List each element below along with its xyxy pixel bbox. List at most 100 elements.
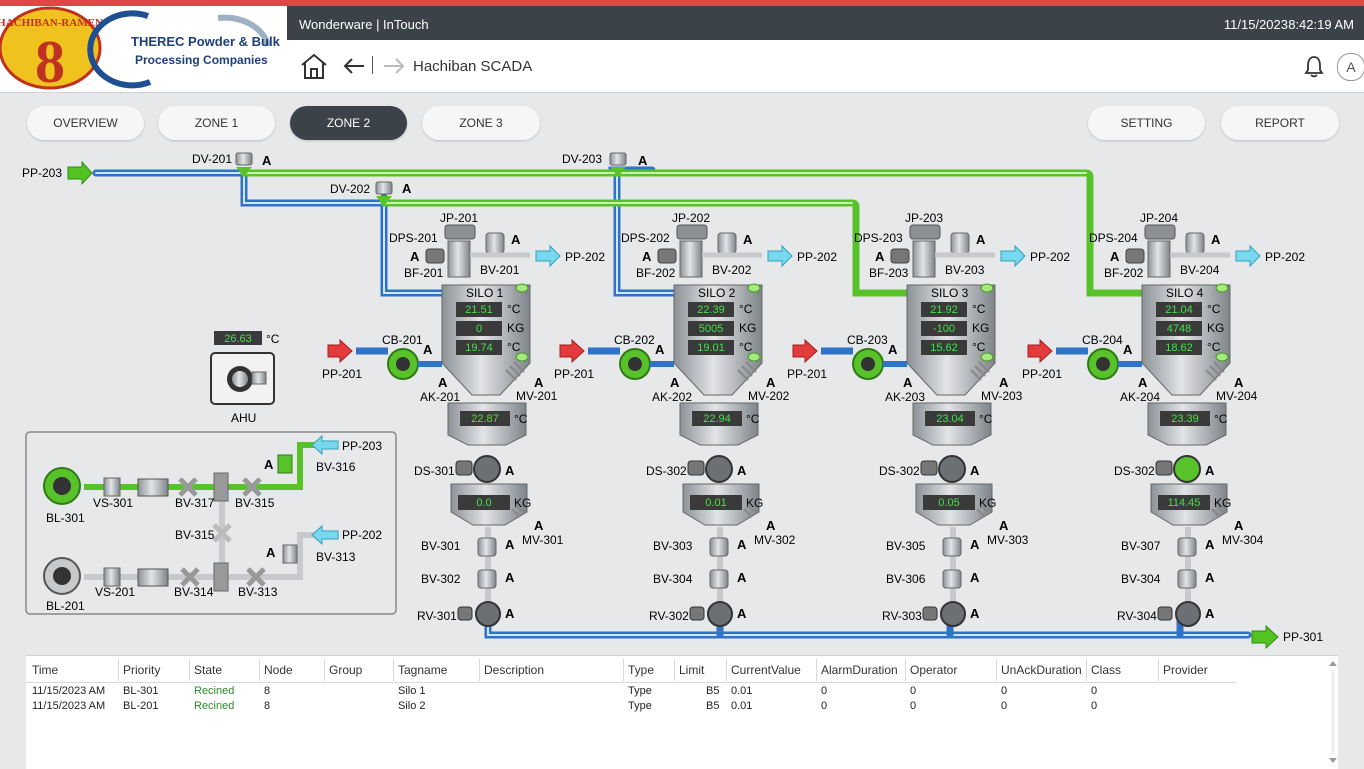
hopper-weight-unit-2: KG [746, 496, 763, 510]
bv-valve-top-3[interactable] [950, 232, 970, 254]
table-row[interactable]: 11/15/2023 AM BL-201 Recined 8 Silo 2 Type B5 0… [26, 700, 1236, 714]
mv-label-1: MV-201 [516, 389, 558, 403]
ds-rotary-valve-icon-2[interactable] [705, 455, 733, 483]
bva-valve-icon-1[interactable] [477, 537, 497, 557]
bva-valve-icon-2[interactable] [709, 537, 729, 557]
ramen-logo-brand: HACHIBAN-RAMEN [0, 17, 103, 29]
jet-pulse-unit-2[interactable] [676, 224, 708, 240]
home-icon[interactable] [299, 52, 329, 80]
pp202-panel-arrow[interactable] [311, 524, 339, 546]
bell-icon[interactable] [1303, 54, 1325, 78]
ds-rotary-valve-icon-3[interactable] [938, 455, 966, 483]
vs201-silencer [103, 567, 121, 587]
bf-label-3: BF-203 [869, 266, 909, 280]
table-cell: 11/15/2023 AM [32, 685, 106, 697]
bv313b-label: BV-313 [238, 585, 278, 599]
rv-auto-3: A [970, 606, 980, 621]
column-header[interactable]: UnAckDuration [1001, 663, 1082, 677]
bv313a-valve-icon[interactable] [282, 544, 298, 564]
setting-button[interactable]: SETTING [1088, 106, 1205, 140]
column-header[interactable]: CurrentValue [731, 663, 801, 677]
level-indicator-low-1 [515, 352, 529, 362]
pp202-outlet-arrow-4[interactable] [1235, 244, 1261, 268]
rv-rotary-valve-icon-4[interactable] [1175, 601, 1201, 627]
bvb-valve-icon-1[interactable] [477, 569, 497, 589]
back-arrow-icon[interactable] [342, 56, 366, 76]
ds-rotary-valve-icon-4[interactable] [1173, 455, 1201, 483]
column-header[interactable]: State [194, 663, 222, 677]
column-header[interactable]: Operator [910, 663, 957, 677]
dv203-label: DV-203 [562, 152, 602, 166]
bv-valve-top-4[interactable] [1185, 232, 1205, 254]
alarm-scrollbar[interactable] [1328, 658, 1338, 766]
column-header[interactable]: Node [264, 663, 293, 677]
report-button[interactable]: REPORT [1221, 106, 1339, 140]
table-cell: BL-201 [123, 700, 159, 712]
pp201-inlet-arrow-1[interactable] [327, 338, 353, 364]
silo-group-4: JP-204DPS-204 A BF-202 A BV-204 PP-202 SILO 4 2… [1022, 211, 1305, 627]
bv-valve-top-1[interactable] [485, 232, 505, 254]
table-row[interactable]: 11/15/2023 AM BL-301 Recined 8 Silo 1 Type B5 0… [26, 685, 1236, 699]
column-header[interactable]: Description [484, 663, 544, 677]
jet-pulse-unit-1[interactable] [444, 224, 476, 240]
hopper-weight-4-value: 114.45 [1168, 497, 1201, 509]
bva-valve-icon-3[interactable] [942, 537, 962, 557]
pp202-outlet-arrow-1[interactable] [535, 244, 561, 268]
tab-zone-3[interactable]: ZONE 3 [422, 106, 540, 140]
pp202-outlet-arrow-3[interactable] [1000, 244, 1026, 268]
tab-zone-2[interactable]: ZONE 2 [290, 106, 407, 140]
pp201-inlet-arrow-4[interactable] [1027, 338, 1053, 364]
column-header[interactable]: Tagname [398, 663, 447, 677]
column-header[interactable]: Type [628, 663, 654, 677]
tab-overview[interactable]: OVERVIEW [27, 106, 144, 140]
column-header[interactable]: Priority [123, 663, 160, 677]
therec-logo-line1: THEREC Powder & Bulk [131, 34, 281, 49]
bva-label-2: BV-303 [653, 539, 693, 553]
column-header[interactable]: Time [32, 663, 58, 677]
bv-top-auto-4: A [1211, 232, 1221, 247]
silo-name-2: SILO 2 [698, 286, 736, 300]
bvb-auto-3: A [970, 570, 980, 585]
ahu-temp-unit: °C [266, 332, 280, 346]
pp301-outlet-arrow[interactable] [1251, 624, 1279, 650]
jp-label-4: JP-204 [1140, 211, 1178, 225]
ahu-unit[interactable] [210, 352, 275, 405]
tab-zone-1[interactable]: ZONE 1 [158, 106, 275, 140]
bvb-valve-icon-4[interactable] [1177, 569, 1197, 589]
current-time: 8:42:19 AM [1288, 17, 1354, 32]
pp203-panel-arrow[interactable] [311, 434, 339, 456]
pp201-inlet-arrow-2[interactable] [559, 338, 585, 364]
bv316-valve-icon[interactable] [277, 454, 293, 474]
hopper-temp-unit-3: °C [979, 412, 993, 426]
ds-rotary-valve-icon-1[interactable] [473, 455, 501, 483]
bl301-filter [137, 478, 169, 497]
rv-rotary-valve-icon-2[interactable] [707, 601, 733, 627]
column-header[interactable]: AlarmDuration [821, 663, 898, 677]
column-header[interactable]: Group [329, 663, 362, 677]
forward-arrow-icon[interactable] [382, 56, 406, 76]
bvb-valve-icon-2[interactable] [709, 569, 729, 589]
bv-valve-top-2[interactable] [717, 232, 737, 254]
pp201-inlet-arrow-3[interactable] [792, 338, 818, 364]
jet-pulse-unit-3[interactable] [909, 224, 941, 240]
bvb-label-1: BV-302 [421, 572, 461, 586]
jet-pulse-unit-4[interactable] [1144, 224, 1176, 240]
bva-valve-icon-4[interactable] [1177, 537, 1197, 557]
level-indicator-low-4 [1215, 352, 1229, 362]
pp202-outlet-arrow-2[interactable] [767, 244, 793, 268]
bvb-valve-icon-3[interactable] [942, 569, 962, 589]
mv-auto-1: A [534, 375, 544, 390]
rv-rotary-valve-icon-1[interactable] [475, 601, 501, 627]
app-title: Wonderware | InTouch [299, 17, 429, 32]
column-header[interactable]: Limit [679, 663, 704, 677]
column-header[interactable]: Provider [1163, 663, 1208, 677]
rv-rotary-valve-icon-3[interactable] [940, 601, 966, 627]
dv202-auto: A [402, 181, 412, 196]
vs301-silencer [103, 477, 121, 497]
mv2-auto-3: A [999, 518, 1009, 533]
user-avatar[interactable]: A [1337, 53, 1364, 81]
pp202-label-4: PP-202 [1265, 250, 1305, 264]
level-indicator-low-2 [747, 352, 761, 362]
pp203-inlet-arrow[interactable] [67, 160, 93, 186]
column-header[interactable]: Class [1091, 663, 1121, 677]
